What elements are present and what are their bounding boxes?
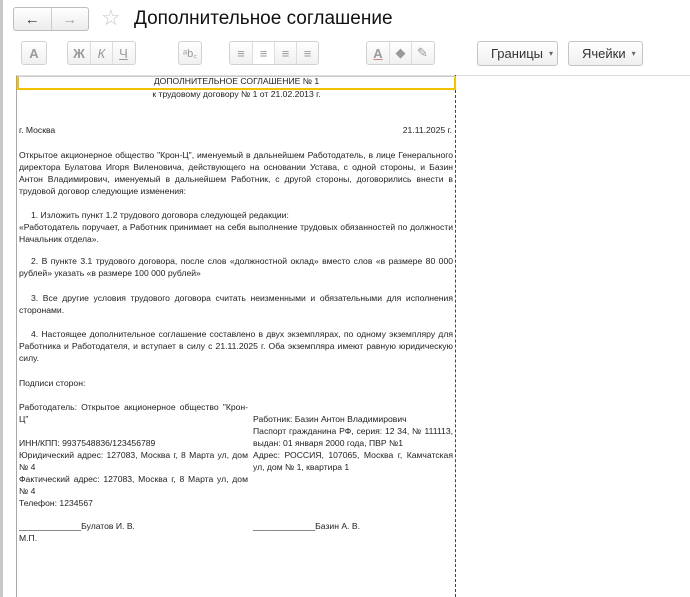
text-style-group: Ж К Ч [67,41,136,65]
employee-passport: Паспорт гражданина РФ, серия: 12 34, № 1… [253,426,453,448]
underline-icon[interactable]: Ч [112,42,134,64]
intro-paragraph: Открытое акционерное общество "Крон-Ц", … [19,150,453,196]
document-heading: ДОПОЛНИТЕЛЬНОЕ СОГЛАШЕНИЕ № 1 [153,76,320,86]
borders-dropdown[interactable]: Границы ▾ [477,41,558,66]
align-left-icon[interactable]: ≡ [230,42,252,64]
navigation-buttons: ← → [13,7,89,31]
alignment-group: ≡ ≡ ≡ ≡ [229,41,319,65]
document-subheading: к трудовому договору № 1 от 21.02.2013 г… [152,89,321,99]
font-group: A [21,41,47,65]
align-center-icon[interactable]: ≡ [252,42,274,64]
color-group: A ◆ ✎ [366,41,435,65]
employer-inn: ИНН/КПП: 9937548836/123456789 [19,438,156,448]
chevron-down-icon: ▾ [549,49,554,58]
item4: 4. Настоящее дополнительное соглашение с… [19,329,453,363]
employee-name: Работник: Базин Антон Владимирович [253,414,407,424]
spelling-group: ᵃb꜀ [178,41,202,65]
align-justify-icon[interactable]: ≡ [296,42,318,64]
text-color-icon[interactable]: A [367,42,389,64]
item1-title: 1. Изложить пункт 1.2 трудового договора… [31,210,289,220]
window-edge [0,0,3,597]
italic-icon[interactable]: К [90,42,112,64]
text-orientation-icon[interactable]: ᵃb꜀ [179,42,201,64]
forward-icon[interactable]: → [50,8,89,30]
back-icon[interactable]: ← [14,8,51,30]
employer-actual-address: Фактический адрес: 127083, Москва г, 8 М… [19,474,248,496]
align-right-icon[interactable]: ≡ [274,42,296,64]
item3: 3. Все другие условия трудового договора… [19,293,453,315]
cells-label: Ячейки [582,46,626,61]
page-title: Дополнительное соглашение [134,8,393,29]
employer-phone: Телефон: 1234567 [19,498,93,508]
employer-signature: _____________Булатов И. В. [19,521,135,531]
item1-body: «Работодатель поручает, а Работник прини… [19,222,453,244]
document-date: 21.11.2025 г. [402,125,452,135]
city: г. Москва [19,125,56,135]
item2: 2. В пункте 3.1 трудового договора, посл… [19,256,453,278]
favorite-star-icon[interactable]: ☆ [101,5,121,31]
employee-signature: _____________Базин А. В. [253,521,360,531]
employer-name: Работодатель: Открытое акционерное общес… [19,402,248,424]
cells-dropdown[interactable]: Ячейки ▾ [568,41,643,66]
chevron-down-icon: ▾ [631,49,636,58]
page-break-line [455,75,456,597]
signatures-label: Подписи сторон: [19,378,86,388]
borders-label: Границы [491,46,543,61]
stamp-label: М.П. [19,533,38,543]
bold-icon[interactable]: Ж [68,42,90,64]
pen-color-icon[interactable]: ✎ [411,42,433,64]
employee-address: Адрес: РОССИЯ, 107065, Москва г, Камчатс… [253,450,453,472]
fill-color-icon[interactable]: ◆ [389,42,411,64]
employer-legal-address: Юридический адрес: 127083, Москва г, 8 М… [19,450,248,472]
font-icon[interactable]: A [22,42,46,64]
